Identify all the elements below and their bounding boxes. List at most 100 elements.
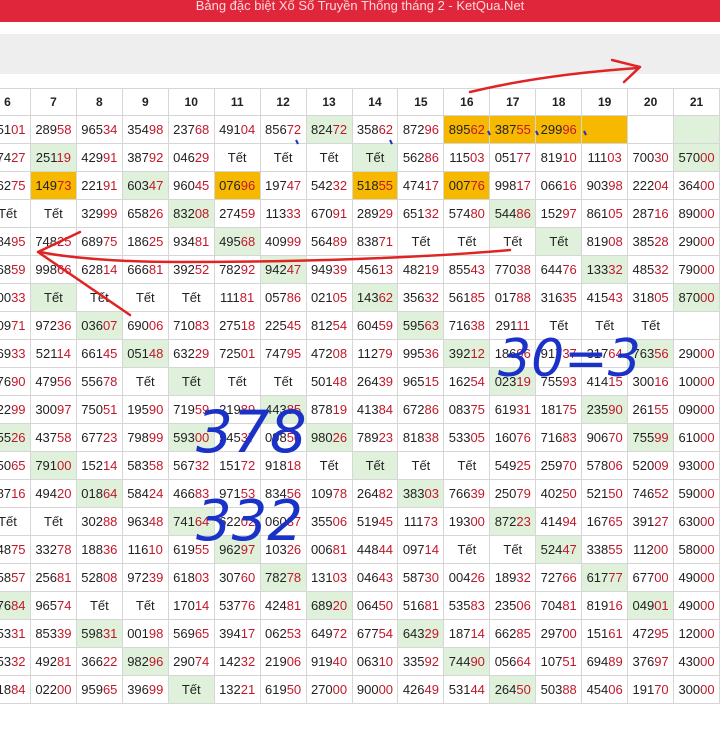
result-cell[interactable]: 77038: [489, 255, 537, 284]
result-cell[interactable]: 29700: [535, 619, 583, 648]
result-cell[interactable]: 67700: [627, 563, 675, 592]
result-cell[interactable]: 67754: [351, 619, 399, 648]
result-cell[interactable]: 74652: [627, 479, 675, 508]
result-cell[interactable]: 00198: [121, 619, 169, 648]
result-cell[interactable]: Tết: [29, 199, 77, 228]
result-cell[interactable]: 35862: [351, 115, 399, 144]
result-cell[interactable]: Tết: [259, 367, 307, 396]
result-cell[interactable]: 38528: [627, 227, 675, 256]
result-cell[interactable]: 36400: [673, 171, 720, 200]
result-cell[interactable]: 11333: [259, 199, 307, 228]
result-cell[interactable]: 29000: [673, 227, 720, 256]
result-cell[interactable]: 15214: [75, 451, 123, 480]
result-cell[interactable]: 78923: [351, 423, 399, 452]
result-cell[interactable]: 67723: [75, 423, 123, 452]
result-cell[interactable]: 78292: [213, 255, 261, 284]
result-cell[interactable]: 04629: [167, 143, 215, 172]
result-cell[interactable]: 65132: [397, 199, 445, 228]
result-cell[interactable]: 91818: [259, 451, 307, 480]
result-cell[interactable]: 38755: [489, 115, 537, 144]
result-cell[interactable]: 74795: [259, 339, 307, 368]
result-cell[interactable]: Tết: [305, 143, 353, 172]
result-cell[interactable]: 83456: [259, 479, 307, 508]
result-cell[interactable]: 56185: [443, 283, 491, 312]
result-cell[interactable]: 01788: [489, 283, 537, 312]
result-cell[interactable]: Tết: [581, 311, 629, 340]
result-cell[interactable]: 02200: [29, 675, 77, 704]
result-cell[interactable]: 31635: [535, 283, 583, 312]
result-cell[interactable]: 00776: [443, 171, 491, 200]
result-cell[interactable]: Tết: [167, 283, 215, 312]
result-cell[interactable]: 68920: [305, 591, 353, 620]
result-cell[interactable]: 18716: [0, 479, 31, 508]
result-cell[interactable]: 02319: [489, 367, 537, 396]
result-cell[interactable]: 15172: [213, 451, 261, 480]
result-cell[interactable]: 26155: [627, 395, 675, 424]
result-cell[interactable]: 25119: [29, 143, 77, 172]
result-cell[interactable]: 87296: [397, 115, 445, 144]
result-cell[interactable]: Tết: [75, 283, 123, 312]
result-cell[interactable]: 79899: [121, 423, 169, 452]
result-cell[interactable]: 35332: [0, 647, 31, 676]
result-cell[interactable]: Tết: [351, 143, 399, 172]
result-cell[interactable]: 45406: [581, 675, 629, 704]
result-cell[interactable]: Tết: [213, 367, 261, 396]
result-cell[interactable]: 18932: [489, 563, 537, 592]
result-cell[interactable]: Tết: [397, 227, 445, 256]
result-cell[interactable]: 69489: [581, 647, 629, 676]
result-cell[interactable]: 09850: [259, 423, 307, 452]
result-cell[interactable]: 74490: [443, 647, 491, 676]
result-cell[interactable]: 48532: [627, 255, 675, 284]
result-cell[interactable]: 35065: [0, 451, 31, 480]
result-cell[interactable]: 59831: [75, 619, 123, 648]
result-cell[interactable]: 81910: [535, 143, 583, 172]
result-cell[interactable]: 53583: [443, 591, 491, 620]
result-cell[interactable]: 54537: [213, 423, 261, 452]
result-cell[interactable]: 18625: [121, 227, 169, 256]
result-cell[interactable]: 59563: [397, 311, 445, 340]
result-cell[interactable]: 28716: [627, 199, 675, 228]
result-cell[interactable]: 61000: [673, 423, 720, 452]
result-cell[interactable]: 64972: [305, 619, 353, 648]
result-cell[interactable]: 47295: [627, 619, 675, 648]
result-cell[interactable]: Tết: [0, 507, 31, 536]
result-cell[interactable]: 92299: [0, 395, 31, 424]
result-cell[interactable]: 65526: [0, 423, 31, 452]
result-cell[interactable]: [673, 115, 720, 144]
result-cell[interactable]: 58000: [673, 535, 720, 564]
result-cell[interactable]: Tết: [305, 451, 353, 480]
result-cell[interactable]: 13221: [213, 675, 261, 704]
result-cell[interactable]: 71959: [167, 395, 215, 424]
result-cell[interactable]: 49568: [213, 227, 261, 256]
result-cell[interactable]: 02105: [305, 283, 353, 312]
result-cell[interactable]: 75593: [535, 367, 583, 396]
result-cell[interactable]: 44385: [259, 395, 307, 424]
result-cell[interactable]: 00426: [443, 563, 491, 592]
result-cell[interactable]: 71638: [443, 311, 491, 340]
result-cell[interactable]: 52114: [29, 339, 77, 368]
result-cell[interactable]: 49000: [673, 591, 720, 620]
result-cell[interactable]: Tết: [443, 451, 491, 480]
result-cell[interactable]: 05786: [259, 283, 307, 312]
result-cell[interactable]: [673, 311, 720, 340]
result-cell[interactable]: 18714: [443, 619, 491, 648]
result-cell[interactable]: 22204: [627, 171, 675, 200]
result-cell[interactable]: 27000: [305, 675, 353, 704]
result-cell[interactable]: 85543: [443, 255, 491, 284]
result-cell[interactable]: 48219: [397, 255, 445, 284]
result-cell[interactable]: 97236: [29, 311, 77, 340]
result-cell[interactable]: 87223: [489, 507, 537, 536]
result-cell[interactable]: 10000: [673, 367, 720, 396]
result-cell[interactable]: 89000: [673, 199, 720, 228]
result-cell[interactable]: 13103: [305, 563, 353, 592]
result-cell[interactable]: 54232: [305, 171, 353, 200]
result-cell[interactable]: 08375: [443, 395, 491, 424]
result-cell[interactable]: 81916: [581, 591, 629, 620]
result-cell[interactable]: 19590: [121, 395, 169, 424]
result-cell[interactable]: 72766: [535, 563, 583, 592]
result-cell[interactable]: 18836: [75, 535, 123, 564]
result-cell[interactable]: Tết: [489, 227, 537, 256]
result-cell[interactable]: 13332: [581, 255, 629, 284]
result-cell[interactable]: 93000: [673, 451, 720, 480]
result-cell[interactable]: Tết: [443, 227, 491, 256]
